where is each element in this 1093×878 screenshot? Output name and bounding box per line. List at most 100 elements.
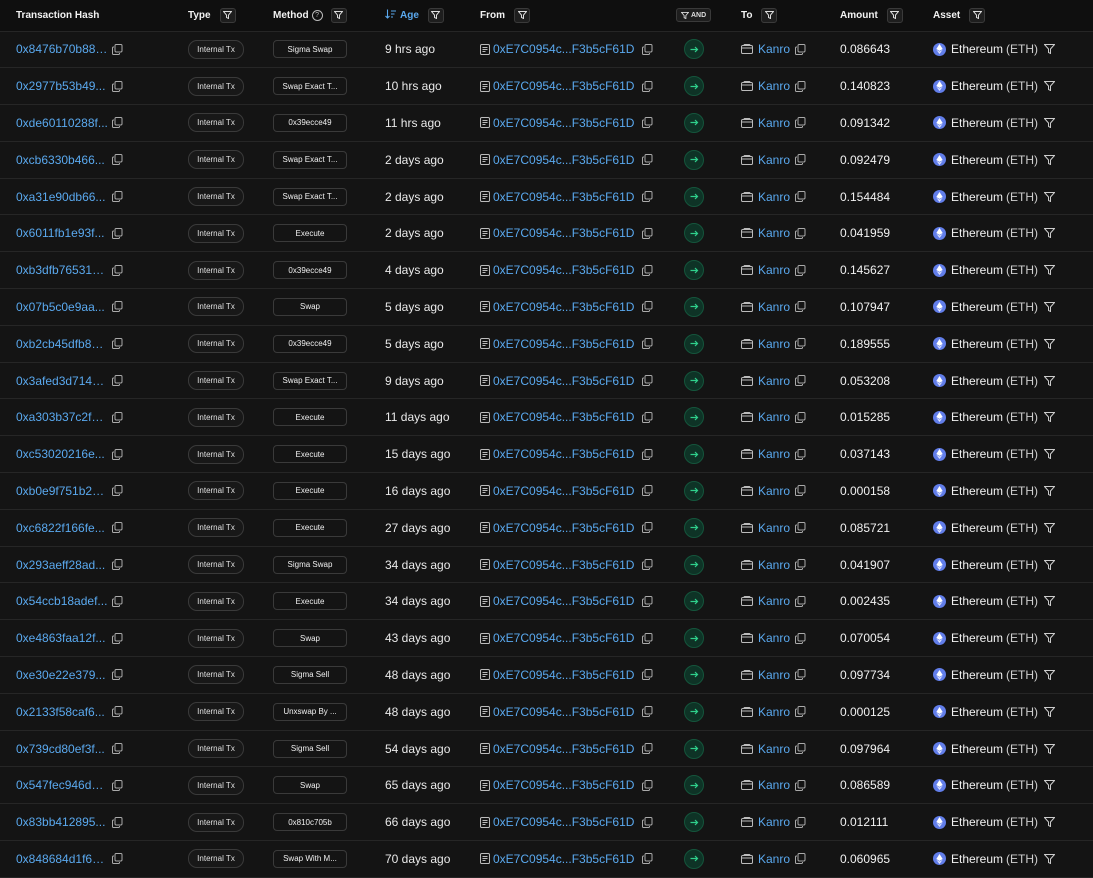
transaction-hash-link[interactable]: 0xde60110288f...	[16, 116, 108, 130]
copy-icon[interactable]	[642, 816, 653, 828]
asset-name[interactable]: Ethereum	[951, 778, 1003, 792]
copy-icon[interactable]	[795, 227, 806, 239]
filter-icon[interactable]	[1044, 338, 1056, 349]
copy-icon[interactable]	[642, 559, 653, 571]
from-address-link[interactable]: 0xE7C0954c...F3b5cF61D	[493, 300, 634, 314]
transaction-hash-link[interactable]: 0x83bb412895...	[16, 815, 108, 829]
transaction-hash-link[interactable]: 0xb0e9f751b2c...	[16, 484, 108, 498]
copy-icon[interactable]	[642, 154, 653, 166]
to-address-link[interactable]: Kanro	[758, 190, 790, 204]
filter-icon[interactable]	[1044, 633, 1056, 644]
to-address-link[interactable]: Kanro	[758, 778, 790, 792]
filter-icon[interactable]	[1044, 154, 1056, 165]
transaction-hash-link[interactable]: 0xc53020216e...	[16, 447, 108, 461]
copy-icon[interactable]	[795, 522, 806, 534]
asset-name[interactable]: Ethereum	[951, 815, 1003, 829]
copy-icon[interactable]	[642, 338, 653, 350]
to-address-link[interactable]: Kanro	[758, 447, 790, 461]
from-address-link[interactable]: 0xE7C0954c...F3b5cF61D	[493, 742, 634, 756]
filter-icon[interactable]	[514, 7, 530, 23]
transaction-hash-link[interactable]: 0x3afed3d7148...	[16, 374, 108, 388]
to-address-link[interactable]: Kanro	[758, 815, 790, 829]
from-address-link[interactable]: 0xE7C0954c...F3b5cF61D	[493, 79, 634, 93]
copy-icon[interactable]	[642, 375, 653, 387]
filter-icon[interactable]	[1044, 706, 1056, 717]
copy-icon[interactable]	[795, 154, 806, 166]
copy-icon[interactable]	[112, 338, 123, 350]
from-address-link[interactable]: 0xE7C0954c...F3b5cF61D	[493, 447, 634, 461]
asset-name[interactable]: Ethereum	[951, 374, 1003, 388]
copy-icon[interactable]	[112, 522, 123, 534]
asset-name[interactable]: Ethereum	[951, 263, 1003, 277]
copy-icon[interactable]	[795, 301, 806, 313]
filter-icon[interactable]	[1044, 559, 1056, 570]
from-address-link[interactable]: 0xE7C0954c...F3b5cF61D	[493, 484, 634, 498]
filter-icon[interactable]	[1044, 669, 1056, 680]
copy-icon[interactable]	[795, 448, 806, 460]
copy-icon[interactable]	[112, 117, 123, 129]
copy-icon[interactable]	[642, 669, 653, 681]
to-address-link[interactable]: Kanro	[758, 705, 790, 719]
to-address-link[interactable]: Kanro	[758, 521, 790, 535]
copy-icon[interactable]	[642, 779, 653, 791]
to-address-link[interactable]: Kanro	[758, 116, 790, 130]
transaction-hash-link[interactable]: 0xcb6330b466...	[16, 153, 108, 167]
copy-icon[interactable]	[112, 853, 123, 865]
asset-name[interactable]: Ethereum	[951, 521, 1003, 535]
copy-icon[interactable]	[112, 559, 123, 571]
asset-name[interactable]: Ethereum	[951, 484, 1003, 498]
copy-icon[interactable]	[795, 669, 806, 681]
copy-icon[interactable]	[112, 80, 123, 92]
from-address-link[interactable]: 0xE7C0954c...F3b5cF61D	[493, 631, 634, 645]
copy-icon[interactable]	[795, 338, 806, 350]
transaction-hash-link[interactable]: 0x6011fb1e93f...	[16, 226, 108, 240]
from-address-link[interactable]: 0xE7C0954c...F3b5cF61D	[493, 116, 634, 130]
copy-icon[interactable]	[112, 706, 123, 718]
filter-icon[interactable]	[886, 7, 903, 23]
asset-name[interactable]: Ethereum	[951, 153, 1003, 167]
copy-icon[interactable]	[112, 375, 123, 387]
copy-icon[interactable]	[642, 117, 653, 129]
copy-icon[interactable]	[795, 816, 806, 828]
from-address-link[interactable]: 0xE7C0954c...F3b5cF61D	[493, 153, 634, 167]
filter-icon[interactable]	[969, 7, 986, 23]
transaction-hash-link[interactable]: 0xe4863faa12f...	[16, 631, 108, 645]
filter-icon[interactable]	[1044, 117, 1056, 128]
to-address-link[interactable]: Kanro	[758, 558, 790, 572]
copy-icon[interactable]	[642, 264, 653, 276]
asset-name[interactable]: Ethereum	[951, 226, 1003, 240]
copy-icon[interactable]	[112, 154, 123, 166]
filter-icon[interactable]	[1044, 449, 1056, 460]
asset-name[interactable]: Ethereum	[951, 116, 1003, 130]
transaction-hash-link[interactable]: 0x739cd80ef3f...	[16, 742, 108, 756]
copy-icon[interactable]	[112, 632, 123, 644]
copy-icon[interactable]	[112, 743, 123, 755]
copy-icon[interactable]	[112, 448, 123, 460]
filter-icon[interactable]	[761, 7, 778, 23]
filter-icon[interactable]	[1044, 191, 1056, 202]
help-icon[interactable]: ?	[311, 9, 323, 21]
to-address-link[interactable]: Kanro	[758, 374, 790, 388]
filter-icon[interactable]	[1044, 743, 1056, 754]
to-address-link[interactable]: Kanro	[758, 263, 790, 277]
to-address-link[interactable]: Kanro	[758, 742, 790, 756]
copy-icon[interactable]	[795, 43, 806, 55]
copy-icon[interactable]	[112, 411, 123, 423]
filter-icon[interactable]	[1044, 853, 1056, 864]
copy-icon[interactable]	[795, 411, 806, 423]
asset-name[interactable]: Ethereum	[951, 300, 1003, 314]
filter-icon[interactable]	[1044, 596, 1056, 607]
to-address-link[interactable]: Kanro	[758, 594, 790, 608]
from-address-link[interactable]: 0xE7C0954c...F3b5cF61D	[493, 668, 634, 682]
from-address-link[interactable]: 0xE7C0954c...F3b5cF61D	[493, 374, 634, 388]
asset-name[interactable]: Ethereum	[951, 558, 1003, 572]
asset-name[interactable]: Ethereum	[951, 190, 1003, 204]
transaction-hash-link[interactable]: 0x293aeff28ad...	[16, 558, 108, 572]
copy-icon[interactable]	[112, 227, 123, 239]
transaction-hash-link[interactable]: 0x848684d1f62...	[16, 852, 108, 866]
from-address-link[interactable]: 0xE7C0954c...F3b5cF61D	[493, 521, 634, 535]
copy-icon[interactable]	[795, 375, 806, 387]
filter-icon[interactable]	[427, 7, 444, 23]
asset-name[interactable]: Ethereum	[951, 631, 1003, 645]
from-address-link[interactable]: 0xE7C0954c...F3b5cF61D	[493, 263, 634, 277]
